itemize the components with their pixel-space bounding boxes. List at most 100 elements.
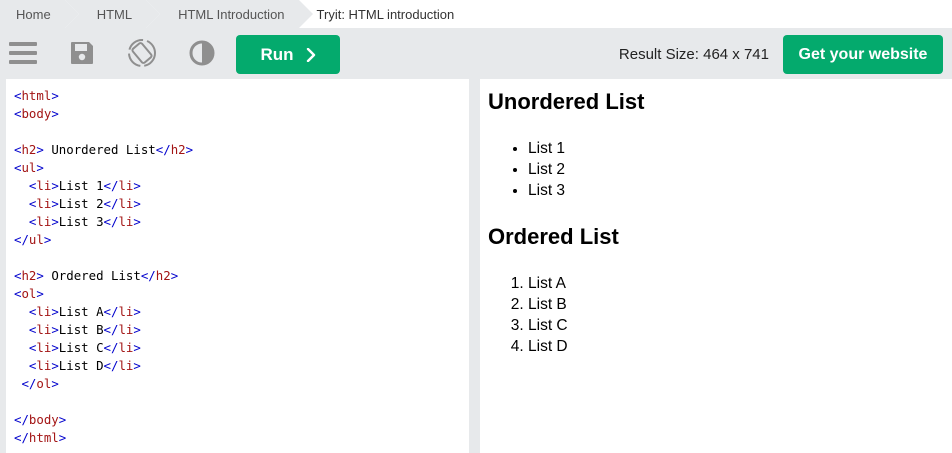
code-token: ul — [28, 232, 44, 247]
code-line: <li>List C</li> — [6, 339, 469, 357]
list-item: List 3 — [528, 180, 565, 201]
code-token: List D — [58, 358, 104, 373]
code-token: > — [51, 304, 59, 319]
code-token: li — [118, 322, 134, 337]
code-token: li — [36, 178, 52, 193]
code-token: li — [118, 178, 134, 193]
code-token: body — [28, 412, 59, 427]
code-token: ul — [21, 160, 37, 175]
code-token: > — [51, 340, 59, 355]
code-token: > — [36, 160, 44, 175]
code-token: li — [118, 304, 134, 319]
save-icon[interactable] — [68, 28, 96, 77]
contrast-icon[interactable] — [188, 28, 216, 77]
result-unordered-list: List 1List 2List 3 — [488, 138, 565, 201]
code-token: > — [185, 142, 194, 157]
code-line: <ul> — [6, 159, 469, 177]
list-item: List A — [528, 273, 568, 294]
code-token: > — [51, 88, 59, 103]
code-token: </ — [140, 268, 156, 283]
result-ordered-heading: Ordered List — [488, 224, 619, 249]
run-button[interactable]: Run — [236, 35, 340, 74]
menu-icon[interactable] — [6, 28, 40, 77]
code-token: > — [36, 142, 44, 157]
code-token: li — [118, 214, 134, 229]
code-token: > — [58, 412, 67, 427]
get-your-website-button[interactable]: Get your website — [783, 35, 943, 74]
code-token: li — [36, 358, 52, 373]
result-panel: Unordered List List 1List 2List 3 Ordere… — [480, 79, 952, 453]
code-token: List 1 — [58, 178, 104, 193]
code-token: </ — [103, 178, 119, 193]
breadcrumb-html-introduction[interactable]: HTML Introduction — [146, 0, 314, 28]
code-token: > — [133, 196, 141, 211]
list-item: List B — [528, 294, 568, 315]
breadcrumb-current: Tryit: HTML introduction — [312, 0, 469, 28]
code-token: </ — [103, 322, 119, 337]
code-line: <li>List 3</li> — [6, 213, 469, 231]
breadcrumb: Home HTML HTML Introduction Tryit: HTML … — [0, 0, 952, 28]
code-line: <ol> — [6, 285, 469, 303]
code-token: > — [133, 358, 141, 373]
breadcrumb-html[interactable]: HTML — [64, 0, 161, 28]
run-button-label: Run — [260, 44, 294, 64]
code-token: List B — [58, 322, 104, 337]
code-token: li — [36, 304, 52, 319]
code-token: li — [36, 196, 52, 211]
code-token: > — [51, 106, 59, 121]
code-editor[interactable]: <html> <body> <h2> Unordered List</h2> <ul… — [6, 79, 469, 453]
breadcrumb-home[interactable]: Home — [0, 0, 79, 28]
code-line: <li>List 1</li> — [6, 177, 469, 195]
code-token: > — [51, 214, 59, 229]
code-token: html — [28, 430, 59, 445]
code-token: List 3 — [58, 214, 104, 229]
code-token: </ — [14, 412, 29, 427]
code-token: List C — [58, 340, 104, 355]
code-line: <li>List A</li> — [6, 303, 469, 321]
code-token: </ — [155, 142, 171, 157]
code-line: </body> — [6, 411, 469, 429]
result-ordered-list: List AList BList CList D — [488, 273, 568, 357]
breadcrumb-html-introduction-label: HTML Introduction — [178, 6, 285, 22]
list-item: List 1 — [528, 138, 565, 159]
panel-splitter[interactable] — [469, 79, 479, 453]
breadcrumb-current-label: Tryit: HTML introduction — [316, 6, 455, 22]
code-token: ol — [36, 376, 52, 391]
code-token: > — [58, 430, 67, 445]
code-line: <h2> Unordered List</h2> — [6, 141, 469, 159]
code-token: li — [118, 340, 134, 355]
code-token: Unordered List — [43, 142, 156, 157]
code-line: <html> — [6, 87, 469, 105]
code-line: <li>List 2</li> — [6, 195, 469, 213]
result-unordered-heading: Unordered List — [488, 89, 645, 114]
code-token: html — [21, 88, 52, 103]
list-item: List 2 — [528, 159, 565, 180]
list-item: List D — [528, 336, 568, 357]
code-line: </ol> — [6, 375, 469, 393]
code-token: </ — [103, 340, 119, 355]
code-token: </ — [103, 214, 119, 229]
code-token: </ — [103, 358, 119, 373]
code-token: > — [36, 268, 44, 283]
code-line: <li>List D</li> — [6, 357, 469, 375]
breadcrumb-home-label: Home — [16, 6, 51, 22]
code-line: </ul> — [6, 231, 469, 249]
code-token: > — [51, 358, 59, 373]
code-token: li — [36, 340, 52, 355]
code-token: > — [51, 196, 59, 211]
code-token: h2 — [21, 268, 37, 283]
code-token: ol — [21, 286, 37, 301]
code-token: > — [133, 340, 141, 355]
toolbar: Run Result Size: 464 x 741 Get your webs… — [0, 28, 952, 77]
code-token: li — [36, 214, 52, 229]
code-token: body — [21, 106, 52, 121]
rotate-icon[interactable] — [126, 28, 158, 77]
